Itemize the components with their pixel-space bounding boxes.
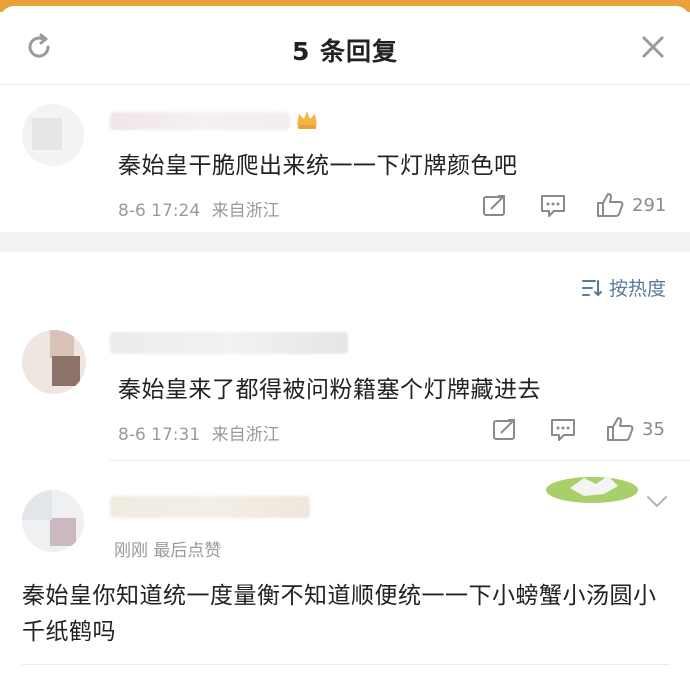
like-count: 35	[642, 418, 665, 440]
comment-text: 秦始皇来了都得被问粉籍塞个灯牌藏进去	[118, 377, 541, 403]
comment-icon	[541, 195, 565, 217]
username-blurred[interactable]	[110, 112, 290, 130]
header-divider	[0, 84, 690, 85]
comment-text: 秦始皇干脆爬出来统一一下灯牌颜色吧	[118, 153, 518, 179]
thumbs-up-icon	[607, 417, 634, 441]
comment-meta: 8-6 17:24 来自浙江	[118, 196, 280, 221]
comment-location: 来自浙江	[211, 425, 280, 445]
sort-icon	[581, 279, 602, 296]
comment-time: 8-6 17:31	[118, 425, 201, 445]
fan-badge-icon	[544, 470, 640, 504]
close-button[interactable]	[636, 30, 670, 64]
like-count: 291	[632, 194, 667, 216]
reply-button[interactable]	[540, 194, 566, 218]
comment-text: 秦始皇你知道统一度量衡不知道顺便统一一下小螃蟹小汤圆小千纸鹤吗	[22, 583, 657, 645]
username-blurred[interactable]	[110, 496, 310, 518]
reply-button[interactable]	[550, 418, 576, 442]
share-icon	[483, 195, 505, 216]
comment-time: 8-6 17:24	[118, 201, 201, 221]
comment-meta: 刚刚 最后点赞	[114, 541, 222, 561]
chevron-down-icon	[647, 496, 667, 508]
thumbs-up-icon	[597, 193, 624, 217]
like-button[interactable]: 291	[596, 192, 666, 218]
comment-icon	[551, 419, 575, 441]
expand-button[interactable]	[646, 494, 668, 513]
close-icon	[642, 36, 664, 58]
share-icon	[493, 419, 515, 440]
comment-meta: 8-6 17:31 来自浙江	[118, 420, 280, 445]
page-title: 5 条回复	[291, 37, 399, 66]
sort-label: 按热度	[608, 278, 666, 300]
avatar[interactable]	[22, 490, 84, 552]
comment-location: 来自浙江	[211, 201, 280, 221]
section-separator	[0, 232, 690, 252]
share-button[interactable]	[482, 194, 508, 218]
like-button[interactable]: 35	[606, 416, 665, 442]
avatar[interactable]	[22, 330, 86, 394]
comment-divider	[110, 460, 690, 461]
username-blurred[interactable]	[110, 332, 348, 354]
sheet-header: 5 条回复	[0, 6, 690, 86]
bottom-divider	[22, 664, 670, 665]
avatar[interactable]	[22, 104, 84, 166]
sort-by-popularity[interactable]: 按热度	[581, 274, 666, 301]
crown-icon	[297, 111, 317, 129]
share-button[interactable]	[492, 418, 518, 442]
